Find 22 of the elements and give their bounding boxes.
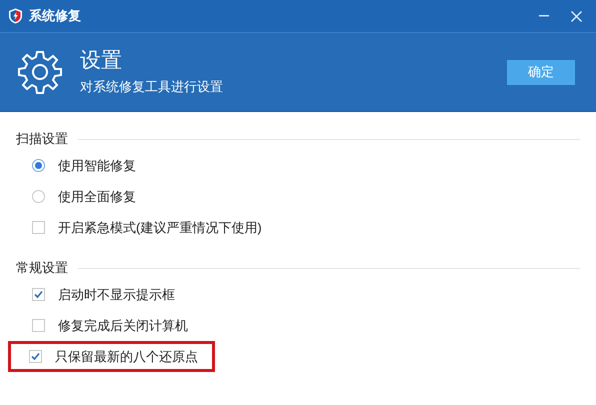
checkbox[interactable]	[32, 288, 45, 301]
checkbox[interactable]	[32, 319, 45, 332]
section-heading: 扫描设置	[16, 130, 68, 148]
option-label: 使用全面修复	[58, 188, 136, 206]
shield-icon	[8, 8, 23, 24]
section-heading: 常规设置	[16, 259, 68, 278]
option-label: 只保留最新的八个还原点	[55, 348, 198, 366]
header-subtitle: 对系统修复工具进行设置	[80, 78, 223, 96]
option-label: 修复完成后关闭计算机	[58, 316, 188, 335]
option-label: 启动时不显示提示框	[58, 286, 175, 304]
radio-button[interactable]	[32, 190, 45, 203]
option-label: 使用智能修复	[58, 156, 136, 175]
checkbox[interactable]	[32, 221, 45, 234]
option-label: 开启紧急模式(建议严重情况下使用)	[58, 218, 262, 237]
minimize-icon[interactable]	[539, 15, 549, 17]
confirm-button[interactable]: 确定	[507, 60, 575, 84]
close-icon[interactable]	[571, 10, 582, 22]
header-title: 设置	[80, 48, 123, 74]
window-title: 系统修复	[29, 7, 81, 26]
radio-button[interactable]	[32, 159, 45, 172]
checkbox[interactable]	[29, 350, 42, 363]
settings-icon	[17, 49, 63, 95]
